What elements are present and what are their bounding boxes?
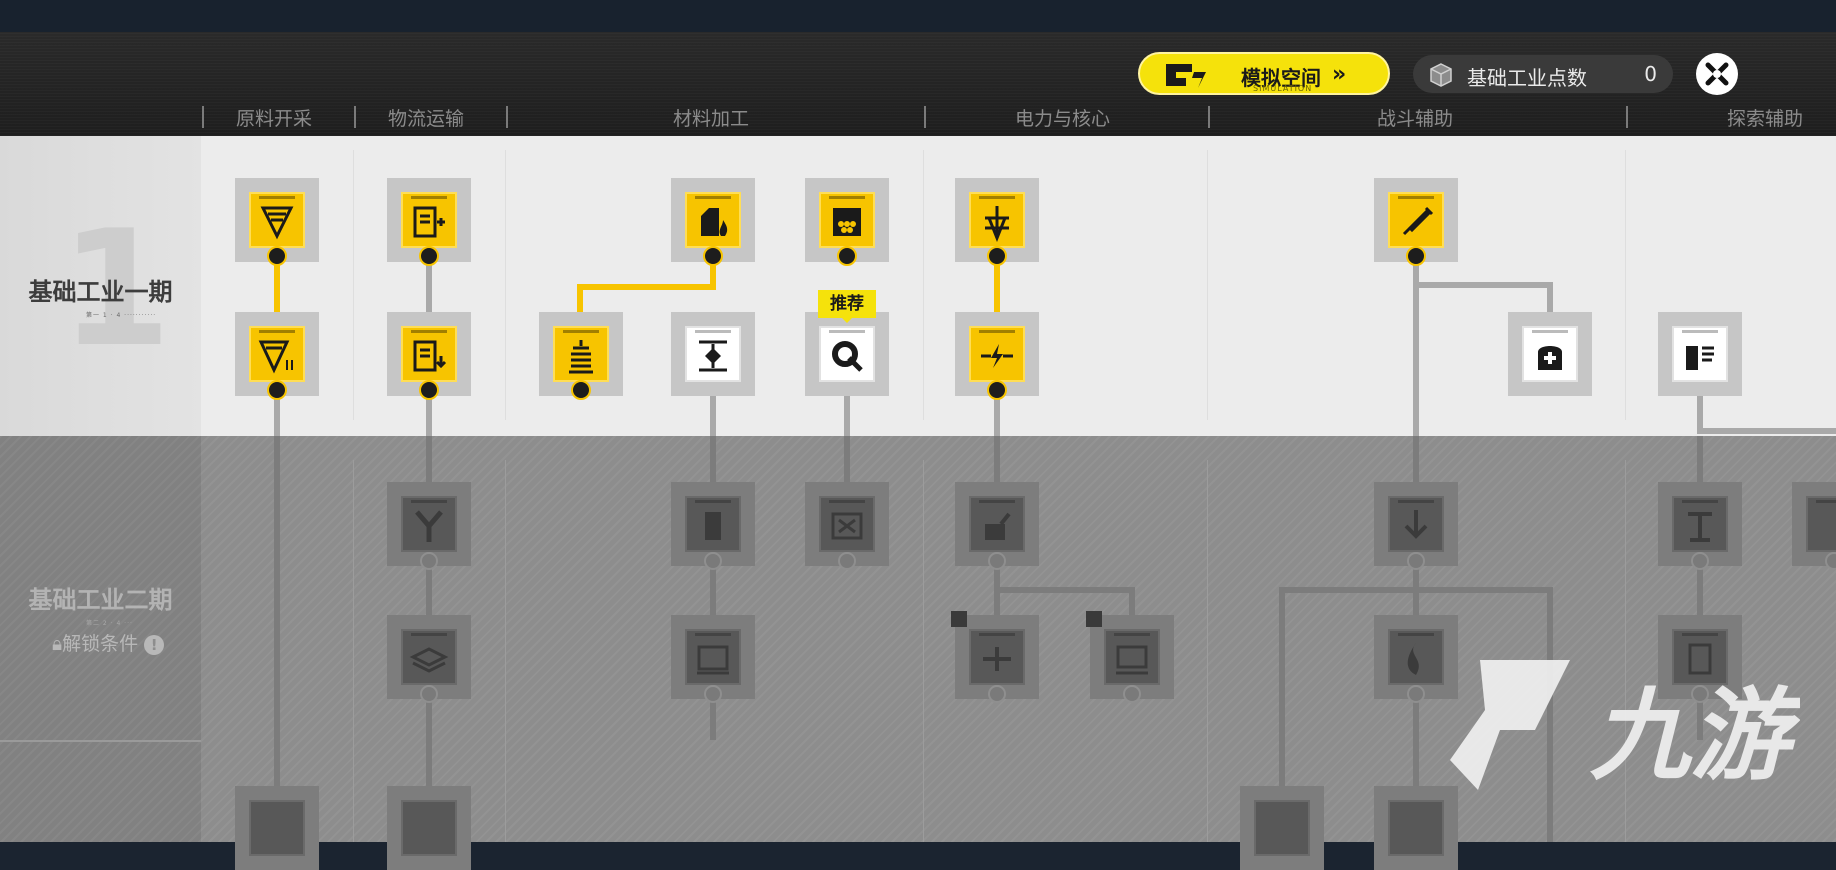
- tech-node-stack[interactable]: [539, 312, 623, 400]
- tech-node-locked-bottom[interactable]: [235, 786, 319, 870]
- lock-icon: [988, 552, 1006, 570]
- lock-icon: [1691, 552, 1709, 570]
- tech-node-storage-unload[interactable]: [387, 312, 471, 400]
- split-icon: [415, 510, 443, 542]
- power-bolt-icon: [1086, 611, 1102, 627]
- tech-node-med-station[interactable]: [1508, 312, 1592, 396]
- tech-node-drill-ii[interactable]: [235, 312, 319, 400]
- lock-icon: [1825, 552, 1836, 570]
- unlocked-check-icon: [267, 246, 287, 266]
- tech-node-locked-logistic-split[interactable]: [387, 482, 471, 570]
- tech-node-locked-power-a[interactable]: [955, 482, 1039, 570]
- storage-unload-icon: [413, 340, 447, 372]
- unlocked-check-icon: [1406, 246, 1426, 266]
- canister-icon: [705, 512, 721, 540]
- lock-icon: [1407, 685, 1425, 703]
- lock-icon: [988, 685, 1006, 703]
- tech-node-drill[interactable]: [235, 178, 319, 266]
- power-bolt-icon: [951, 611, 967, 627]
- tech-node-locked-explore-c[interactable]: [1792, 482, 1836, 570]
- tech-node-refinery[interactable]: [805, 178, 889, 266]
- tech-node-locked-combat-a[interactable]: [1374, 482, 1458, 570]
- tech-node-power-tower[interactable]: [955, 178, 1039, 266]
- book-icon: [1686, 346, 1714, 370]
- flame-icon: [701, 208, 728, 236]
- lock-icon: [838, 552, 856, 570]
- tech-node-locked-power-b[interactable]: [951, 611, 1039, 703]
- gear-search-icon: [832, 341, 863, 372]
- medic-icon: [1538, 346, 1562, 370]
- tech-node-locked-material-a[interactable]: [671, 482, 755, 570]
- tech-node-locked-power-c[interactable]: [1086, 611, 1174, 703]
- recommended-badge: 推荐: [818, 290, 876, 323]
- fire-icon: [1407, 643, 1419, 675]
- tech-node-locked-logistic-layer[interactable]: [387, 615, 471, 703]
- tech-node-combat-syringe[interactable]: [1374, 178, 1458, 266]
- bolt-icon: [981, 344, 1013, 368]
- watermark-text: 九游: [1590, 677, 1800, 794]
- tech-node-storage-plus[interactable]: [387, 178, 471, 266]
- unlocked-check-icon: [571, 380, 591, 400]
- syringe-icon: [1402, 206, 1434, 236]
- tech-node-press[interactable]: [671, 312, 755, 396]
- unlocked-check-icon: [419, 246, 439, 266]
- lock-icon: [1407, 552, 1425, 570]
- unlocked-check-icon: [267, 380, 287, 400]
- tech-node-power-relay[interactable]: [955, 312, 1039, 400]
- refinery-icon: [833, 208, 861, 236]
- tech-node-locked-bottom[interactable]: [1240, 786, 1324, 870]
- lock-icon: [1123, 685, 1141, 703]
- beacon-icon: [1688, 512, 1712, 542]
- storage-plus-icon: [413, 206, 445, 238]
- turret-icon: [1404, 510, 1428, 539]
- lock-icon: [420, 552, 438, 570]
- machine-icon: [697, 645, 729, 675]
- monitor-icon: [1116, 645, 1148, 675]
- tech-node-locked-material-c[interactable]: [671, 615, 755, 703]
- tech-node-explore-manual[interactable]: [1658, 312, 1742, 396]
- press-icon: [699, 340, 727, 372]
- tech-node-locked-bottom[interactable]: [387, 786, 471, 870]
- lock-icon: [420, 685, 438, 703]
- lock-icon: [704, 685, 722, 703]
- unlocked-check-icon: [987, 380, 1007, 400]
- power-node-icon: [983, 647, 1011, 671]
- drill-icon: [260, 206, 294, 240]
- site-watermark-logo: 九游: [1450, 660, 1800, 794]
- unlocked-check-icon: [987, 246, 1007, 266]
- crate-icon: [831, 512, 863, 540]
- generator-icon: [985, 512, 1011, 540]
- power-tower-icon: [985, 206, 1009, 242]
- unlocked-check-icon: [419, 380, 439, 400]
- tech-node-furnace[interactable]: [671, 178, 755, 266]
- lock-icon: [704, 552, 722, 570]
- stack-icon: [569, 340, 593, 374]
- drill-ii-icon: [258, 340, 293, 374]
- tech-node-locked-explore-a[interactable]: [1658, 482, 1742, 570]
- unlocked-check-icon: [837, 246, 857, 266]
- unlocked-check-icon: [703, 246, 723, 266]
- layers-icon: [409, 647, 449, 673]
- tech-node-locked-material-b[interactable]: [805, 482, 889, 570]
